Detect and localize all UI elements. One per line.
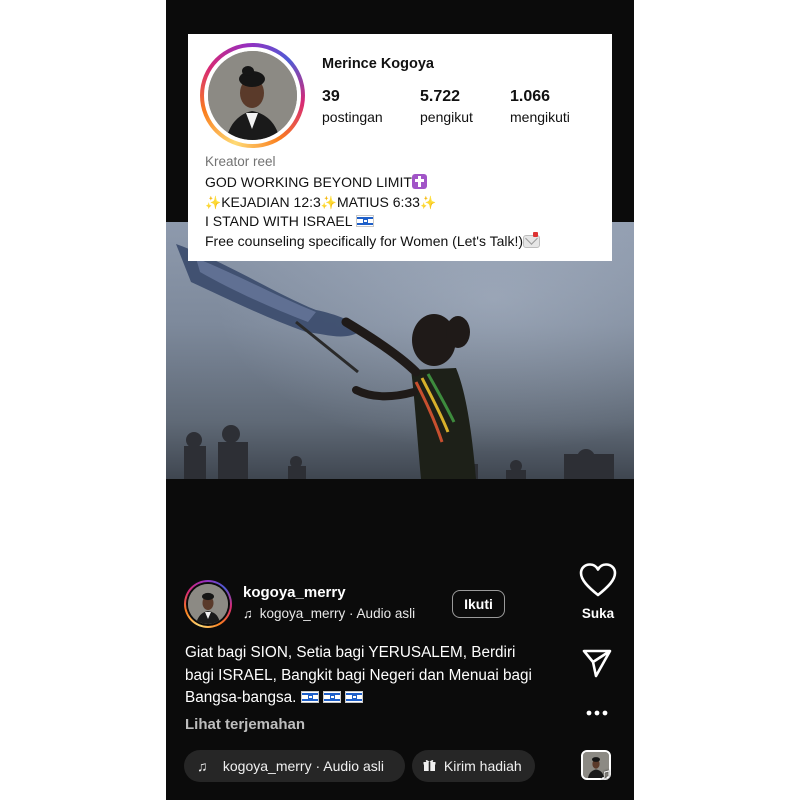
creator-audio[interactable]: ♫ kogoya_merry · Audio asli [243, 606, 415, 621]
music-note-icon: ♫ [243, 606, 253, 621]
send-gift-text: Kirim hadiah [443, 758, 522, 774]
israel-flag-icon [355, 215, 374, 227]
profile-card: Merince Kogoya 39 postingan 5.722 pengik… [188, 34, 612, 261]
followers-label: pengikut [420, 109, 473, 125]
story-ring[interactable] [200, 43, 305, 148]
israel-flag-icon [300, 691, 319, 703]
music-note-icon: ♫ [600, 766, 612, 783]
sparkle-icon: ✨ [205, 194, 222, 210]
profile-avatar[interactable] [208, 51, 297, 140]
bio-line-4-text: Free counseling specifically for Women (… [205, 232, 524, 249]
bio-line-3-text: I STAND WITH ISRAEL [205, 213, 353, 229]
followers-count[interactable]: 5.722 pengikut [420, 87, 473, 127]
cross-icon [411, 174, 427, 189]
music-note-icon: ♫ [197, 758, 208, 774]
reel-caption[interactable]: Giat bagi SION, Setia bagi YERUSALEM, Be… [185, 642, 545, 710]
gift-icon [423, 751, 440, 783]
posts-count[interactable]: 39 postingan [322, 87, 383, 127]
bio-line-2a-text: KEJADIAN 12:3 [221, 193, 321, 210]
share-button[interactable] [580, 645, 614, 679]
reel-screen: Merince Kogoya 39 postingan 5.722 pengik… [166, 0, 634, 800]
crowd [184, 425, 614, 479]
more-options-button[interactable] [585, 703, 609, 723]
profile-bio: GOD WORKING BEYOND LIMIT ✨KEJADIAN 12:3✨… [205, 173, 610, 251]
bio-line-1-text: GOD WORKING BEYOND LIMIT [205, 174, 412, 190]
israel-flag-icon [322, 691, 341, 703]
dancer-figure [341, 314, 476, 479]
israel-flag-icon [345, 691, 364, 703]
creator-row: kogoya_merry ♫ kogoya_merry · Audio asli… [184, 580, 514, 630]
send-icon [582, 649, 612, 678]
following-count[interactable]: 1.066 mengikuti [510, 87, 570, 127]
bio-line-4: Free counseling specifically for Women (… [205, 231, 610, 252]
more-dots-icon [586, 710, 608, 716]
posts-value: 39 [322, 88, 340, 105]
heart-icon [579, 563, 617, 597]
following-label: mengikuti [510, 109, 570, 125]
posts-label: postingan [322, 109, 383, 125]
creator-username[interactable]: kogoya_merry [243, 584, 346, 601]
audio-chip[interactable]: ♫ kogoya_merry · Audio asli [184, 750, 405, 782]
sparkle-icon: ✨ [419, 194, 437, 210]
follow-button[interactable]: Ikuti [452, 590, 505, 618]
like-button[interactable] [578, 562, 618, 598]
profile-category: Kreator reel [205, 154, 276, 169]
audio-chip-text: kogoya_merry · Audio asli [222, 758, 384, 774]
bio-line-1: GOD WORKING BEYOND LIMIT [205, 173, 610, 193]
sparkle-icon: ✨ [320, 194, 337, 210]
creator-avatar[interactable] [184, 580, 232, 628]
bio-line-2: ✨KEJADIAN 12:3✨MATIUS 6:33✨ [205, 193, 610, 213]
following-value: 1.066 [510, 88, 551, 105]
bio-line-2b-text: MATIUS 6:33 [336, 193, 420, 210]
profile-name: Merince Kogoya [322, 56, 434, 72]
followers-value: 5.722 [420, 88, 461, 105]
send-gift-chip[interactable]: Kirim hadiah [412, 750, 535, 782]
creator-avatar-image [188, 584, 228, 624]
creator-audio-text: kogoya_merry · Audio asli [259, 606, 416, 621]
envelope-icon [523, 231, 541, 248]
like-label: Suka [581, 606, 615, 621]
see-translation-link[interactable]: Lihat terjemahan [185, 716, 305, 733]
bio-line-3: I STAND WITH ISRAEL [205, 212, 610, 232]
